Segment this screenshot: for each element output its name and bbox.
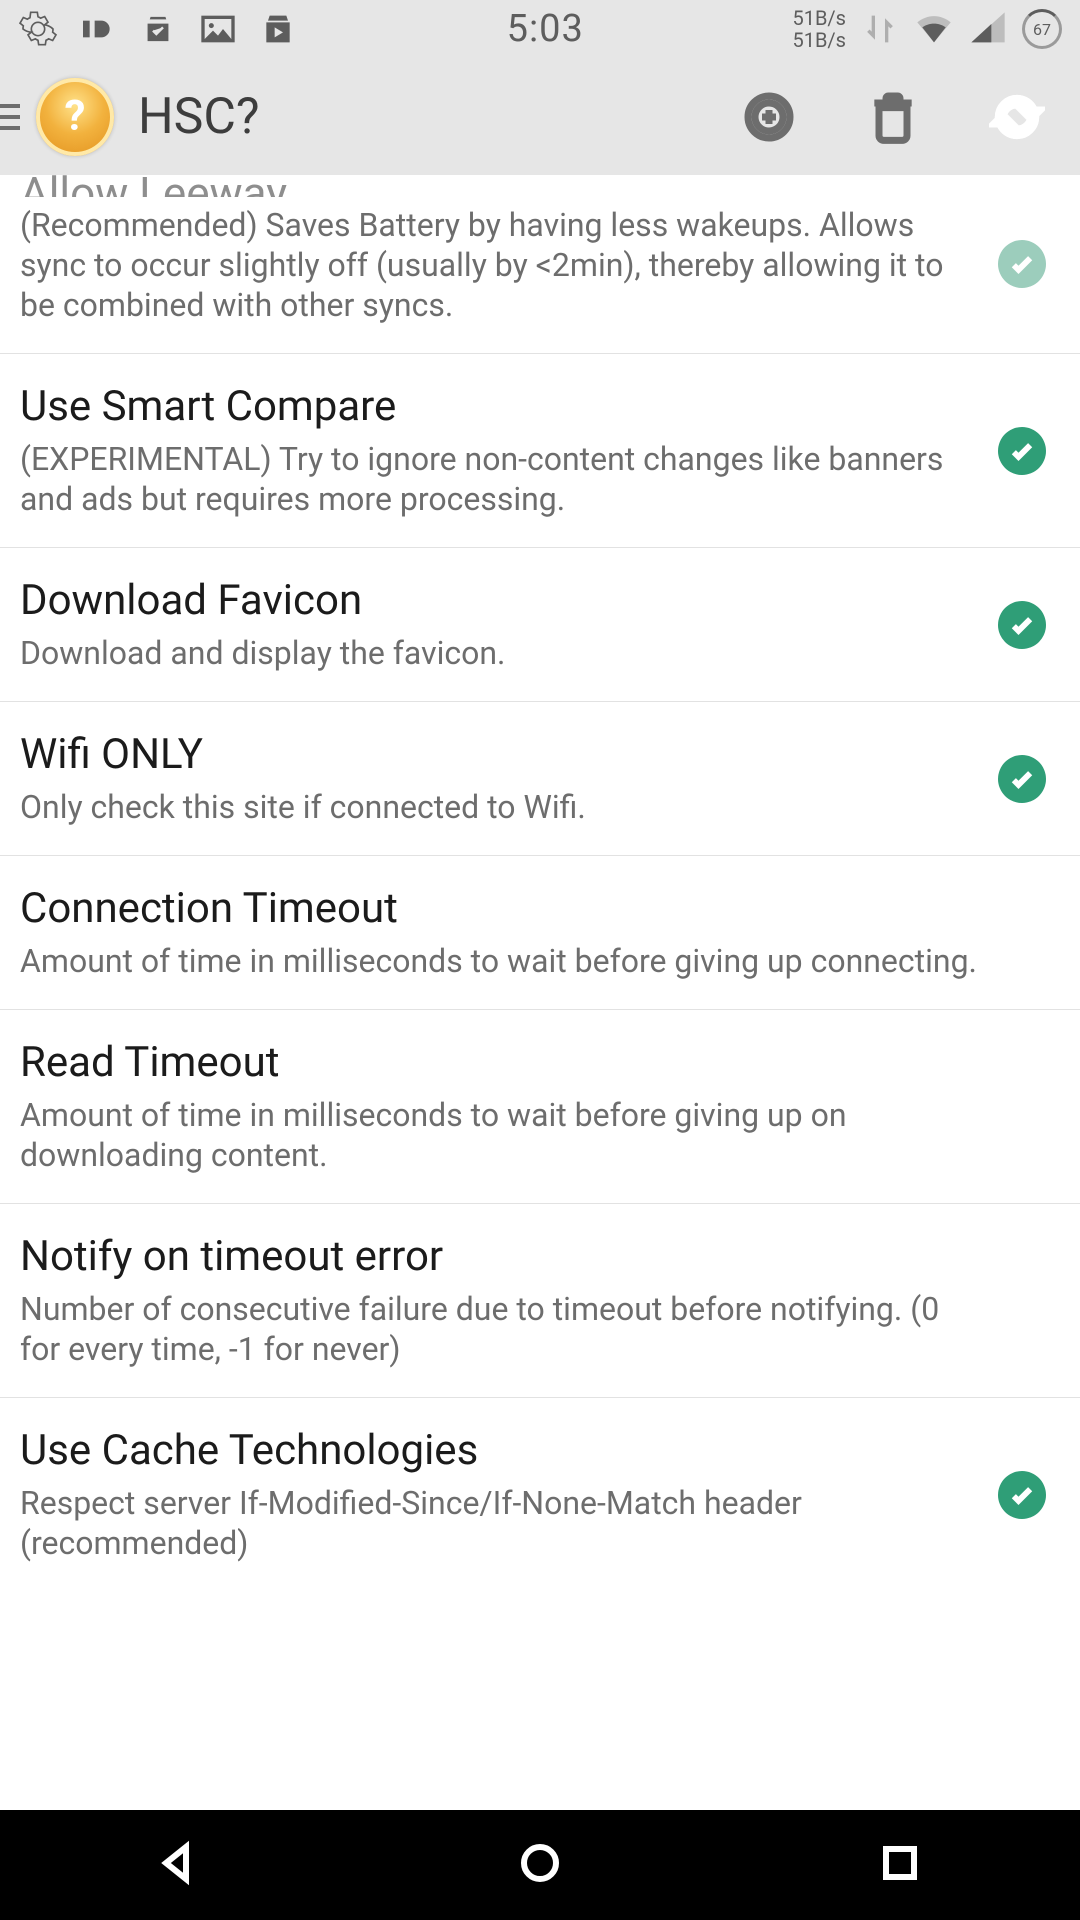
home-button[interactable] xyxy=(516,1839,564,1891)
setting-subtitle: Only check this site if connected to Wif… xyxy=(20,787,980,827)
cell-signal-icon xyxy=(968,9,1008,49)
battery-indicator: 67 xyxy=(1022,9,1062,49)
setting-wifi-only[interactable]: Wifi ONLY Only check this site if connec… xyxy=(0,702,1080,856)
settings-notif-icon xyxy=(18,9,58,49)
add-button[interactable] xyxy=(724,72,814,162)
setting-read-timeout[interactable]: Read Timeout Amount of time in milliseco… xyxy=(0,1010,1080,1204)
setting-title: Notify on timeout error xyxy=(20,1232,980,1281)
status-bar: 5:03 51B/s 51B/s 67 xyxy=(0,0,1080,58)
menu-button[interactable] xyxy=(0,104,20,130)
setting-title: Download Favicon xyxy=(20,576,980,625)
checkmark-icon[interactable] xyxy=(998,755,1046,803)
checkmark-icon[interactable] xyxy=(998,427,1046,475)
app-bar: ? HSC? xyxy=(0,58,1080,175)
wifi-icon xyxy=(914,9,954,49)
net-rate-down: 51B/s xyxy=(792,7,846,29)
setting-subtitle: Respect server If-Modified-Since/If-None… xyxy=(20,1483,980,1563)
setting-use-cache[interactable]: Use Cache Technologies Respect server If… xyxy=(0,1398,1080,1591)
status-time: 5:03 xyxy=(298,7,792,51)
setting-subtitle: (EXPERIMENTAL) Try to ignore non-content… xyxy=(20,439,980,519)
setting-title: Connection Timeout xyxy=(20,884,980,933)
setting-title: Wifi ONLY xyxy=(20,730,980,779)
gallery-icon xyxy=(198,9,238,49)
setting-connection-timeout[interactable]: Connection Timeout Amount of time in mil… xyxy=(0,856,1080,1010)
battery-pct: 67 xyxy=(1033,20,1051,39)
net-rate-up: 51B/s xyxy=(792,29,846,51)
recents-button[interactable] xyxy=(876,1839,924,1891)
setting-title: Use Smart Compare xyxy=(20,382,980,431)
checkmark-icon[interactable] xyxy=(998,1471,1046,1519)
setting-download-favicon[interactable]: Download Favicon Download and display th… xyxy=(0,548,1080,702)
setting-subtitle: Amount of time in milliseconds to wait b… xyxy=(20,1095,980,1175)
setting-allow-leeway[interactable]: Allow Leeway (Recommended) Saves Battery… xyxy=(0,175,1080,354)
play-store-icon xyxy=(258,9,298,49)
setting-subtitle: Download and display the favicon. xyxy=(20,633,980,673)
setting-title: Use Cache Technologies xyxy=(20,1426,980,1475)
system-nav-bar xyxy=(0,1810,1080,1920)
delete-button[interactable] xyxy=(848,72,938,162)
setting-subtitle: Number of consecutive failure due to tim… xyxy=(20,1289,980,1369)
id-box-icon xyxy=(78,9,118,49)
status-left xyxy=(18,9,298,49)
page-title: HSC? xyxy=(138,88,690,146)
shopping-check-icon xyxy=(138,9,178,49)
data-arrows-icon xyxy=(860,9,900,49)
setting-subtitle: Amount of time in milliseconds to wait b… xyxy=(20,941,980,981)
checkmark-icon[interactable] xyxy=(998,240,1046,288)
sync-button[interactable] xyxy=(972,72,1062,162)
setting-title: Read Timeout xyxy=(20,1038,980,1087)
setting-notify-timeout[interactable]: Notify on timeout error Number of consec… xyxy=(0,1204,1080,1398)
setting-subtitle: (Recommended) Saves Battery by having le… xyxy=(20,205,980,325)
setting-smart-compare[interactable]: Use Smart Compare (EXPERIMENTAL) Try to … xyxy=(0,354,1080,548)
app-logo-icon[interactable]: ? xyxy=(36,78,114,156)
setting-title: Allow Leeway xyxy=(20,175,980,197)
status-right: 51B/s 51B/s 67 xyxy=(792,7,1062,51)
back-button[interactable] xyxy=(156,1839,204,1891)
network-rates: 51B/s 51B/s xyxy=(792,7,846,51)
settings-list[interactable]: Allow Leeway (Recommended) Saves Battery… xyxy=(0,175,1080,1810)
checkmark-icon[interactable] xyxy=(998,601,1046,649)
